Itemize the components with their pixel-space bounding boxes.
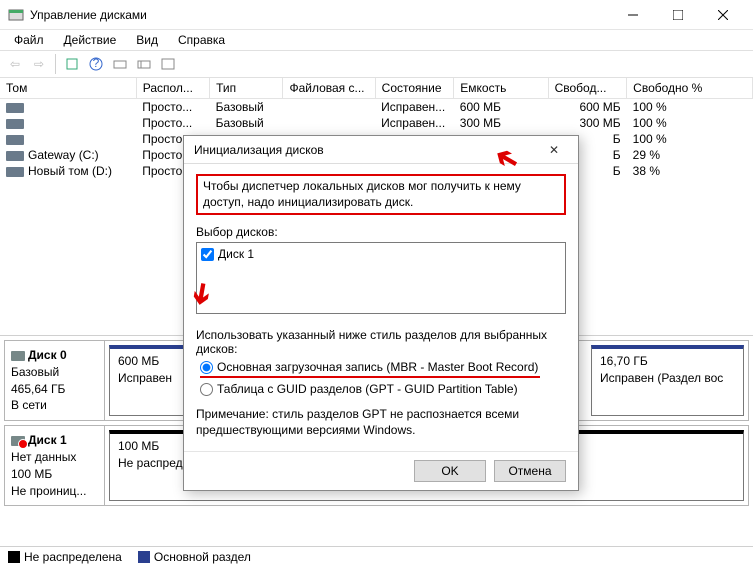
toolbar-btn-1[interactable] <box>61 53 83 75</box>
menubar: Файл Действие Вид Справка <box>0 30 753 50</box>
col-fs[interactable]: Файловая с... <box>283 78 375 99</box>
menu-file[interactable]: Файл <box>6 31 52 49</box>
disk0-label: Диск 0 Базовый 465,64 ГБ В сети <box>5 341 105 420</box>
legend-unalloc: Не распределена <box>24 550 122 564</box>
mbr-radio[interactable] <box>200 361 213 374</box>
legend: Не распределена Основной раздел <box>0 546 753 566</box>
window-title: Управление дисками <box>30 8 610 22</box>
col-tip[interactable]: Тип <box>210 78 283 99</box>
back-button[interactable]: ⇦ <box>4 53 26 75</box>
toolbar-btn-4[interactable] <box>133 53 155 75</box>
volume-icon <box>6 119 24 129</box>
disk1-checkbox-row[interactable]: Диск 1 <box>201 247 561 261</box>
minimize-button[interactable] <box>610 1 655 29</box>
legend-unalloc-box <box>8 551 20 563</box>
disk1-checkbox[interactable] <box>201 248 214 261</box>
menu-view[interactable]: Вид <box>128 31 166 49</box>
titlebar: Управление дисками <box>0 0 753 30</box>
disk1-label: Диск 1 <box>218 247 254 261</box>
ok-button[interactable]: OK <box>414 460 486 482</box>
gpt-label: Таблица с GUID разделов (GPT - GUID Part… <box>217 382 518 396</box>
legend-primary: Основной раздел <box>154 550 251 564</box>
dialog-note: Примечание: стиль разделов GPT не распоз… <box>196 406 566 438</box>
svg-text:?: ? <box>93 57 100 70</box>
partition-style-label: Использовать указанный ниже стиль раздел… <box>196 328 566 356</box>
toolbar-separator <box>55 54 56 74</box>
table-row[interactable]: Просто...БазовыйИсправен...600 МБ600 МБ1… <box>0 99 753 116</box>
dialog-close-button[interactable]: ✕ <box>540 139 568 161</box>
gpt-radio-row[interactable]: Таблица с GUID разделов (GPT - GUID Part… <box>200 382 566 396</box>
disk-icon <box>11 351 25 361</box>
mbr-radio-row[interactable]: Основная загрузочная запись (MBR - Maste… <box>200 360 540 378</box>
col-rasp[interactable]: Распол... <box>136 78 209 99</box>
menu-action[interactable]: Действие <box>56 31 125 49</box>
disk0-partition-1[interactable]: 600 МБ Исправен <box>109 345 189 416</box>
init-disk-dialog: Инициализация дисков ✕ Чтобы диспетчер л… <box>183 135 579 491</box>
cancel-button[interactable]: Отмена <box>494 460 566 482</box>
maximize-button[interactable] <box>655 1 700 29</box>
col-cap[interactable]: Емкость <box>454 78 548 99</box>
gpt-radio[interactable] <box>200 383 213 396</box>
volume-icon <box>6 103 24 113</box>
dialog-title: Инициализация дисков <box>194 143 540 157</box>
menu-help[interactable]: Справка <box>170 31 233 49</box>
disk0-partition-2[interactable]: 16,70 ГБ Исправен (Раздел вос <box>591 345 744 416</box>
toolbar-btn-3[interactable] <box>109 53 131 75</box>
disk1-label: Диск 1 Нет данных 100 МБ Не проиниц... <box>5 426 105 505</box>
annotation-arrow-2: ➔ <box>186 280 218 308</box>
volume-icon <box>6 167 24 177</box>
disk-error-icon <box>11 436 25 446</box>
col-tom[interactable]: Том <box>0 78 136 99</box>
toolbar-btn-help[interactable]: ? <box>85 53 107 75</box>
volume-icon <box>6 151 24 161</box>
volume-icon <box>6 135 24 145</box>
col-freepct[interactable]: Свободно % <box>627 78 753 99</box>
close-button[interactable] <box>700 1 745 29</box>
dialog-message: Чтобы диспетчер локальных дисков мог пол… <box>196 174 566 215</box>
table-row[interactable]: Просто...БазовыйИсправен...300 МБ300 МБ1… <box>0 115 753 131</box>
forward-button[interactable]: ⇨ <box>28 53 50 75</box>
disk-select-label: Выбор дисков: <box>196 225 566 239</box>
app-icon <box>8 7 24 23</box>
legend-primary-box <box>138 551 150 563</box>
col-free[interactable]: Свобод... <box>548 78 627 99</box>
col-state[interactable]: Состояние <box>375 78 454 99</box>
toolbar-btn-5[interactable] <box>157 53 179 75</box>
toolbar: ⇦ ⇨ ? <box>0 50 753 78</box>
mbr-label: Основная загрузочная запись (MBR - Maste… <box>217 360 538 374</box>
disk-select-box: Диск 1 <box>196 242 566 314</box>
